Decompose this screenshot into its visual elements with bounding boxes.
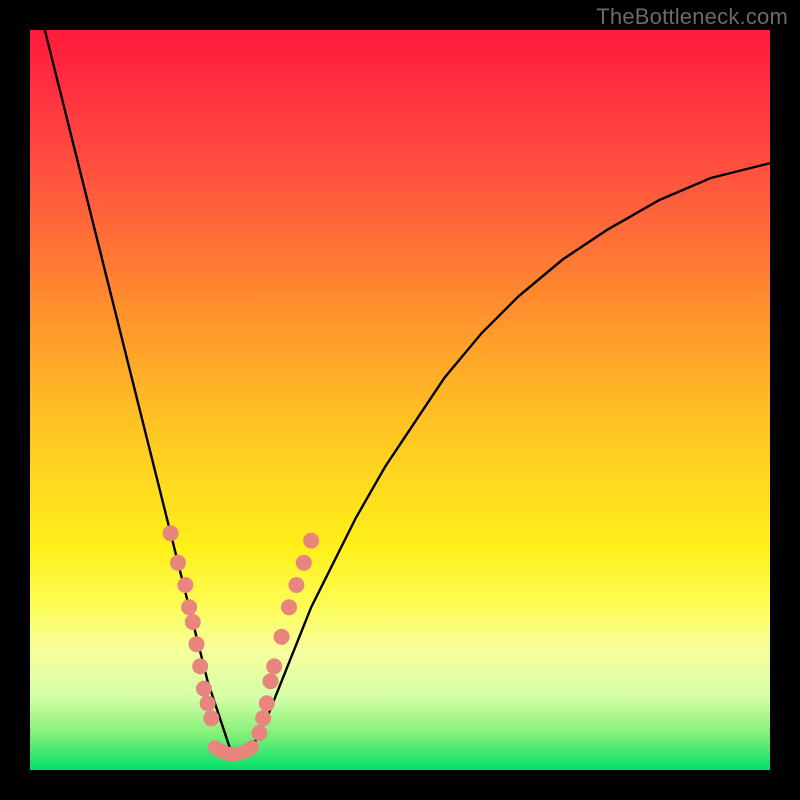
highlight-dot bbox=[259, 695, 275, 711]
highlight-dot bbox=[177, 577, 193, 593]
highlight-dot bbox=[288, 577, 304, 593]
plot-area bbox=[30, 30, 770, 770]
highlight-dot bbox=[203, 710, 219, 726]
watermark-text: TheBottleneck.com bbox=[596, 4, 788, 30]
curve-svg bbox=[30, 30, 770, 770]
highlight-dot bbox=[255, 710, 271, 726]
highlight-dot bbox=[181, 599, 197, 615]
highlight-dot bbox=[281, 599, 297, 615]
highlight-dot bbox=[251, 725, 267, 741]
highlight-dot bbox=[192, 658, 208, 674]
highlight-dot bbox=[196, 681, 212, 697]
highlight-dot bbox=[263, 673, 279, 689]
highlight-dot bbox=[303, 533, 319, 549]
highlight-dot bbox=[200, 695, 216, 711]
highlight-dots-group bbox=[163, 525, 320, 741]
highlight-dot bbox=[185, 614, 201, 630]
right-branch-curve bbox=[252, 163, 770, 748]
highlight-dot bbox=[296, 555, 312, 571]
curve-group bbox=[45, 30, 770, 748]
highlight-dot bbox=[170, 555, 186, 571]
highlight-dot bbox=[189, 636, 205, 652]
bottom-bridge-marker bbox=[215, 747, 252, 754]
outer-black-frame: TheBottleneck.com bbox=[0, 0, 800, 800]
highlight-dot bbox=[274, 629, 290, 645]
highlight-dot bbox=[163, 525, 179, 541]
highlight-dot bbox=[266, 658, 282, 674]
